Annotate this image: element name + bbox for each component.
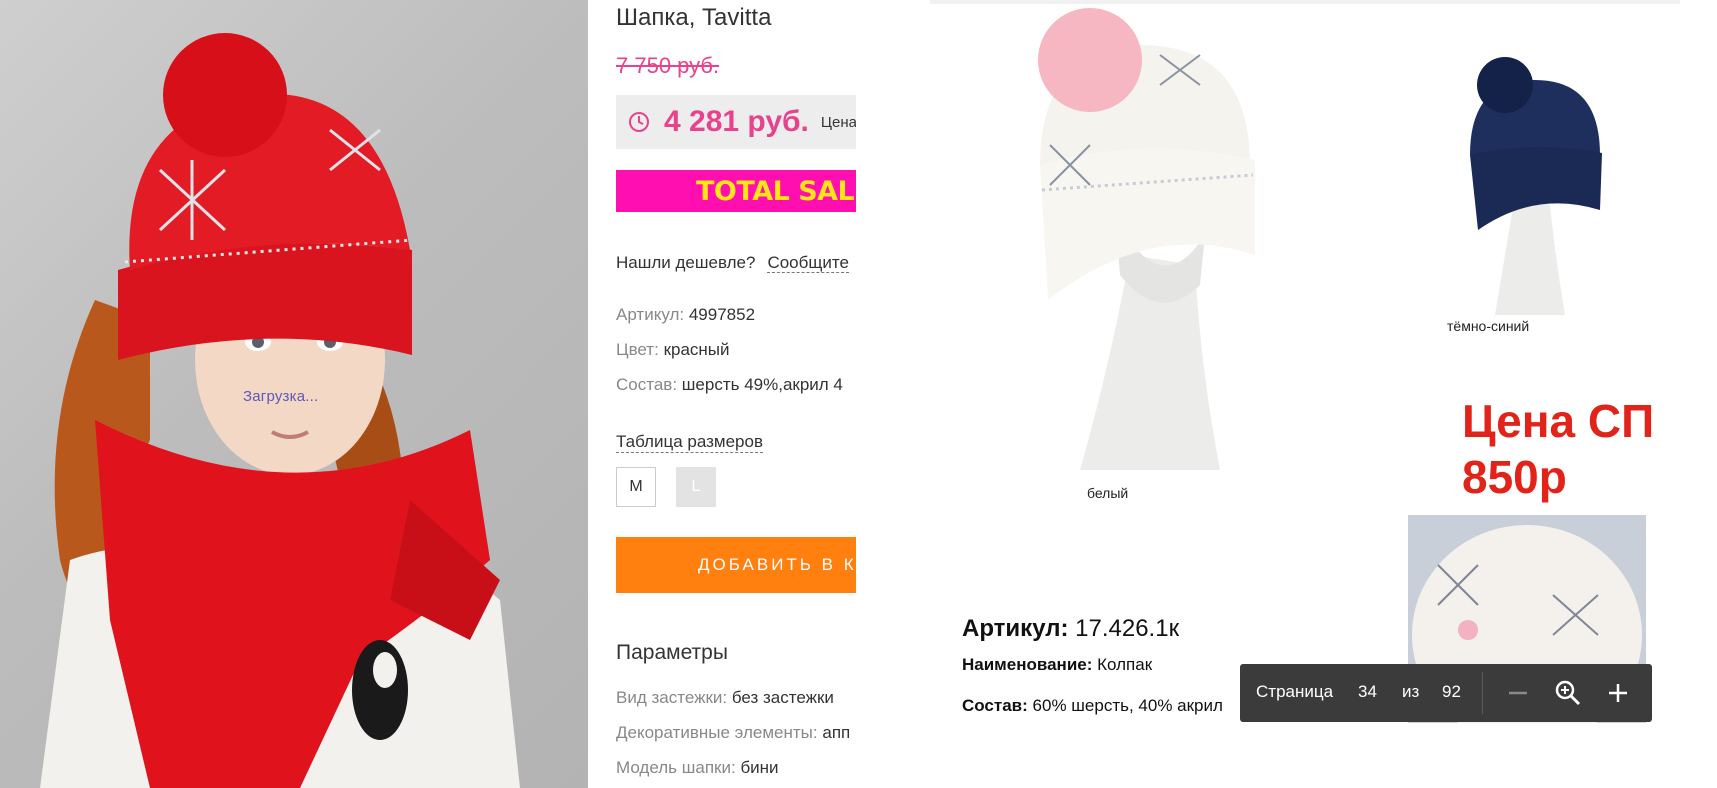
plus-icon[interactable] xyxy=(1602,677,1634,709)
name-label: Наименование: xyxy=(962,655,1093,674)
found-cheaper: Нашли дешевле? Сообщите xyxy=(616,253,849,273)
zoom-out-icon[interactable] xyxy=(1502,677,1534,709)
param-clasp: Вид застежки: без застежки xyxy=(616,688,834,708)
top-divider xyxy=(930,0,1680,4)
promo-line-2: 850р xyxy=(1462,451,1567,503)
param-decor: Декоративные элементы: апп xyxy=(616,723,850,743)
product-photo: Загрузка... xyxy=(0,0,588,788)
total-sale-banner[interactable]: TOTAL SALE xyxy=(616,170,856,212)
old-price: 7 750 руб. xyxy=(616,53,720,78)
page-toolbar: Страница 34 из 92 xyxy=(1240,664,1652,722)
article-label: Артикул: xyxy=(962,615,1069,642)
white-hat-image xyxy=(1038,8,1255,470)
clock-icon xyxy=(629,112,649,132)
found-cheaper-label: Нашли дешевле? xyxy=(616,253,756,272)
of-label: из xyxy=(1402,682,1420,701)
size-option-l[interactable]: L xyxy=(676,467,716,507)
price-box: 4 281 руб. Цена xyxy=(616,95,856,149)
page-label: Страница xyxy=(1256,682,1334,701)
price-note: Цена xyxy=(820,113,856,131)
catalog-name: Наименование: Колпак xyxy=(962,655,1152,675)
white-color-caption: белый xyxy=(1087,485,1129,501)
spec-key: Цвет: xyxy=(616,340,659,359)
param-key: Декоративные элементы: xyxy=(616,723,818,742)
navy-color-caption: тёмно-синий xyxy=(1447,318,1530,334)
param-model: Модель шапки: бини xyxy=(616,758,779,778)
size-option-m[interactable]: M xyxy=(616,467,656,507)
size-table-link[interactable]: Таблица размеров xyxy=(616,432,763,453)
composition-label: Состав: xyxy=(962,696,1028,715)
total-sale-text: TOTAL SALE xyxy=(696,176,856,207)
param-key: Вид застежки: xyxy=(616,688,728,707)
composition-value: 60% шерсть, 40% акрил xyxy=(1032,696,1223,715)
navy-hat-image xyxy=(1470,57,1602,315)
spec-key: Состав: xyxy=(616,375,678,394)
params-heading: Параметры xyxy=(616,641,728,664)
product-panel: Шапка, Tavitta 7 750 руб. 4 281 руб. Цен… xyxy=(588,0,856,788)
product-title: Шапка, Tavitta xyxy=(616,4,772,31)
report-cheaper-link[interactable]: Сообщите xyxy=(767,253,849,273)
catalog-article: Артикул: 17.426.1к xyxy=(962,615,1179,643)
catalog-composition: Состав: 60% шерсть, 40% акрил xyxy=(962,696,1223,716)
spec-article: Артикул: 4997852 xyxy=(616,305,755,325)
spec-color: Цвет: красный xyxy=(616,340,730,360)
name-value: Колпак xyxy=(1097,655,1153,674)
param-value: бини xyxy=(740,758,779,777)
toolbar-divider xyxy=(1482,672,1483,714)
param-value: апп xyxy=(822,723,851,742)
loading-indicator: Загрузка... xyxy=(243,388,319,405)
spec-value: красный xyxy=(663,340,730,359)
sale-price: 4 281 руб. xyxy=(664,105,809,138)
param-key: Модель шапки: xyxy=(616,758,736,777)
current-page[interactable]: 34 xyxy=(1358,682,1377,702)
total-pages: 92 xyxy=(1442,682,1461,701)
spec-key: Артикул: xyxy=(616,305,685,324)
add-to-cart-label: ДОБАВИТЬ В КО xyxy=(698,555,856,574)
article-value: 17.426.1к xyxy=(1075,615,1180,642)
spec-composition: Состав: шерсть 49%,акрил 4 xyxy=(616,375,843,395)
add-to-cart-button[interactable]: ДОБАВИТЬ В КО xyxy=(616,537,856,593)
spec-value: шерсть 49%,акрил 4 xyxy=(681,375,843,394)
param-value: без застежки xyxy=(731,688,834,707)
zoom-in-magnifier-icon[interactable] xyxy=(1552,677,1584,709)
group-buy-price-promo: Цена СП 850р xyxy=(1462,393,1654,505)
spec-value: 4997852 xyxy=(688,305,756,324)
promo-line-1: Цена СП xyxy=(1462,395,1655,447)
